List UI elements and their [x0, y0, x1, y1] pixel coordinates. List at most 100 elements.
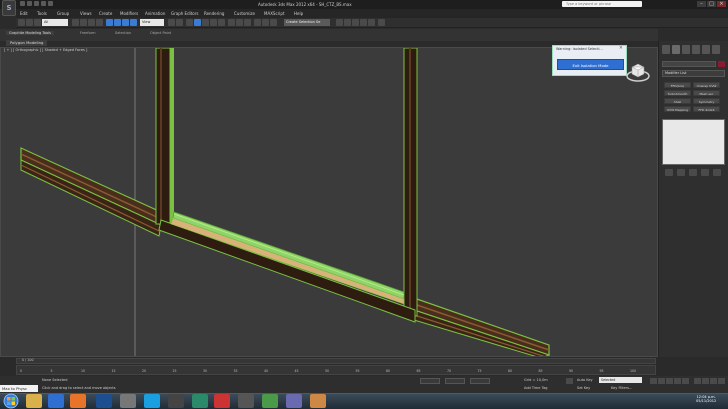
configure-modifier-sets-icon[interactable] [713, 169, 721, 176]
tab-graphite-modeling-tools[interactable]: Graphite Modeling Tools [6, 31, 55, 35]
motion-tab-icon[interactable] [692, 45, 700, 54]
add-time-tag[interactable]: Add Time Tag [524, 386, 548, 390]
internet-explorer-taskbar-icon[interactable] [48, 394, 64, 408]
auto-key-icon[interactable] [566, 378, 573, 384]
redo-icon[interactable] [48, 1, 53, 6]
render-setup-icon[interactable] [352, 19, 359, 26]
modifier-button[interactable]: UVW Mapping [664, 106, 691, 112]
zoom-icon[interactable] [694, 378, 701, 384]
rectangular-selection-icon[interactable] [88, 19, 95, 26]
key-filters-button[interactable]: Key Filters... [611, 386, 632, 390]
menu-group[interactable]: Group [57, 11, 69, 16]
curve-editor-icon[interactable] [270, 19, 277, 26]
pivot-center-icon[interactable] [168, 19, 175, 26]
go-to-end-icon[interactable] [682, 378, 689, 384]
acrobat-taskbar-icon[interactable] [214, 394, 230, 408]
snap-toggle-icon[interactable] [194, 19, 201, 26]
paint-taskbar-icon[interactable] [310, 394, 326, 408]
media-taskbar-icon[interactable] [168, 394, 184, 408]
window-crossing-icon[interactable] [96, 19, 103, 26]
render-production-icon[interactable] [368, 19, 375, 26]
time-slider[interactable] [16, 358, 656, 364]
save-file-icon[interactable] [34, 1, 39, 6]
calculator-taskbar-icon[interactable] [120, 394, 136, 408]
set-key-label[interactable]: Set Key [577, 386, 590, 390]
exit-isolation-mode-button[interactable]: Exit Isolation Mode [557, 59, 624, 70]
make-unique-icon[interactable] [689, 169, 697, 176]
show-end-result-icon[interactable] [677, 169, 685, 176]
reference-coordinate-dropdown[interactable]: View [140, 19, 164, 26]
material-editor-icon[interactable] [344, 19, 351, 26]
viewcube-icon[interactable] [626, 62, 650, 82]
open-file-icon[interactable] [27, 1, 32, 6]
object-color-swatch[interactable] [718, 61, 725, 67]
x-coordinate-field[interactable] [420, 378, 440, 384]
minimize-button[interactable]: – [697, 1, 706, 7]
menu-edit[interactable]: Edit [20, 11, 28, 16]
modifier-button[interactable]: FFD(box) [664, 82, 691, 88]
maxscript-listener-field[interactable]: Max to Physc [0, 385, 38, 392]
select-and-move-icon[interactable] [106, 19, 113, 26]
viewport-label[interactable]: [ + ] [ Orthographic ] [ Shaded + Edged … [4, 48, 87, 52]
taskbar-clock[interactable]: 12:04 p.m. 05/11/2012 [696, 395, 716, 403]
mirror-icon[interactable] [236, 19, 243, 26]
pan-icon[interactable] [702, 378, 709, 384]
menu-views[interactable]: Views [80, 11, 92, 16]
select-and-scale-icon[interactable] [122, 19, 129, 26]
app-taskbar-icon[interactable] [286, 394, 302, 408]
keyboard-shortcut-icon[interactable] [186, 19, 193, 26]
utility-taskbar-icon[interactable] [238, 394, 254, 408]
viewport[interactable] [0, 47, 658, 357]
photoshop-taskbar-icon[interactable] [96, 394, 112, 408]
schematic-view-icon[interactable] [336, 19, 343, 26]
y-coordinate-field[interactable] [445, 378, 465, 384]
close-button[interactable]: × [717, 1, 726, 7]
z-coordinate-field[interactable] [470, 378, 490, 384]
rendered-frame-icon[interactable] [360, 19, 367, 26]
menu-animation[interactable]: Animation [145, 11, 165, 16]
app-logo-icon[interactable]: S [2, 0, 16, 16]
align-icon[interactable] [244, 19, 251, 26]
modifier-button[interactable]: Mesh sel. [693, 90, 720, 96]
tab-object-paint[interactable]: Object Paint [150, 31, 171, 35]
remove-modifier-icon[interactable] [701, 169, 709, 176]
redo-tool-icon[interactable] [26, 19, 33, 26]
orbit-icon[interactable] [710, 378, 717, 384]
modifier-button[interactable]: Unwrap UVW [693, 82, 720, 88]
tab-freeform[interactable]: Freeform [80, 31, 96, 35]
next-frame-icon[interactable] [674, 378, 681, 384]
selection-filter-dropdown[interactable]: All [42, 19, 68, 26]
render-teapot-icon[interactable] [378, 19, 385, 26]
menu-modifiers[interactable]: Modifiers [120, 11, 138, 16]
select-and-rotate-icon[interactable] [114, 19, 121, 26]
tool-taskbar-icon[interactable] [262, 394, 278, 408]
new-file-icon[interactable] [20, 1, 25, 6]
modifier-stack[interactable] [662, 119, 725, 165]
undo-icon[interactable] [41, 1, 46, 6]
link-icon[interactable] [34, 19, 41, 26]
key-selection-dropdown[interactable]: Selected [599, 377, 642, 383]
maximize-button[interactable]: □ [707, 1, 716, 7]
menu-graph-editors[interactable]: Graph Editors [171, 11, 198, 16]
select-object-icon[interactable] [72, 19, 79, 26]
start-button-icon[interactable] [1, 393, 21, 409]
modify-tab-icon[interactable] [672, 45, 680, 54]
modifier-button[interactable]: TurboSmooth [664, 90, 691, 96]
modifier-button[interactable]: Shell [664, 98, 691, 104]
angle-snap-icon[interactable] [202, 19, 209, 26]
search-input[interactable]: Type a keyword or phrase [562, 1, 642, 7]
menu-customize[interactable]: Customize [234, 11, 255, 16]
play-icon[interactable] [666, 378, 673, 384]
polygon-modeling-panel[interactable]: Polygon Modeling [6, 40, 48, 46]
skype-taskbar-icon[interactable] [144, 394, 160, 408]
plank-right[interactable] [413, 297, 551, 357]
hierarchy-tab-icon[interactable] [682, 45, 690, 54]
3dsmax-taskbar-icon[interactable] [192, 394, 208, 408]
menu-create[interactable]: Create [99, 11, 112, 16]
window-frame[interactable] [155, 48, 418, 323]
explorer-taskbar-icon[interactable] [26, 394, 42, 408]
edit-named-selection-icon[interactable] [228, 19, 235, 26]
modifier-list-dropdown[interactable]: Modifier List [662, 70, 725, 77]
tab-selection[interactable]: Selection [115, 31, 131, 35]
manipulate-icon[interactable] [176, 19, 183, 26]
